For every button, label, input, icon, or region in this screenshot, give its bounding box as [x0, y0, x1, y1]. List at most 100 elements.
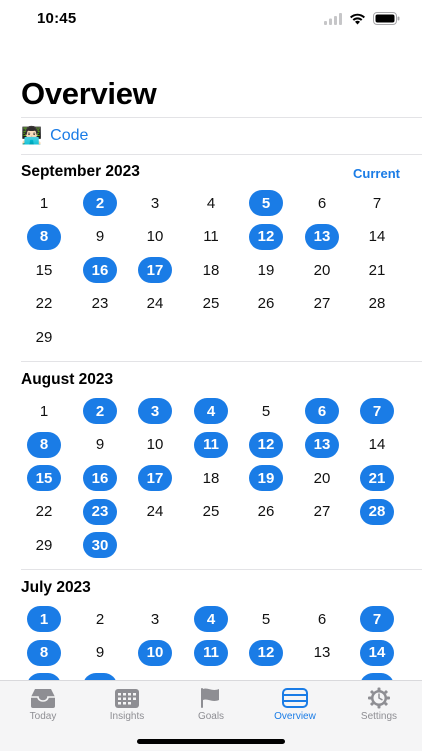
tab-insights[interactable]: Insights [92, 681, 162, 731]
calendar-day[interactable]: 8 [27, 431, 61, 458]
calendar-day[interactable]: 20 [305, 465, 339, 491]
calendar-day[interactable]: 4 [194, 398, 228, 424]
calendar-day[interactable]: 13 [305, 640, 339, 666]
calendar-day[interactable]: 28 [360, 291, 394, 317]
calendar-day[interactable]: 7 [360, 190, 394, 216]
calendar-day[interactable]: 5 [249, 190, 283, 216]
calendar-day[interactable]: 3 [138, 398, 172, 424]
calendar-day[interactable]: 20 [305, 673, 339, 680]
current-month-button[interactable]: Current [353, 166, 400, 181]
calendar-day[interactable]: 15 [27, 673, 61, 680]
calendar-day[interactable]: 1 [27, 606, 61, 632]
divider [21, 569, 422, 570]
calendar-day[interactable]: 10 [138, 432, 172, 458]
calendar-day[interactable]: 21 [360, 257, 394, 283]
calendar-day[interactable]: 12 [249, 223, 283, 250]
calendar-day[interactable]: 24 [138, 499, 172, 525]
calendar-day[interactable]: 2 [83, 606, 117, 632]
calendar-day[interactable]: 5 [249, 398, 283, 424]
calendar-day[interactable]: 9 [83, 432, 117, 458]
calendar-day[interactable]: 13 [305, 223, 339, 250]
calendar-day[interactable]: 2 [83, 190, 117, 216]
calendar-day[interactable]: 17 [138, 257, 172, 284]
calendar-day[interactable]: 4 [194, 606, 228, 632]
calendar-day[interactable]: 18 [194, 673, 228, 680]
calendar-day[interactable]: 10 [138, 224, 172, 250]
calendar-day[interactable]: 2 [83, 398, 117, 424]
page-title: Overview [21, 76, 157, 111]
calendar-day[interactable]: 6 [305, 398, 339, 424]
calendar-day[interactable]: 9 [83, 640, 117, 666]
calendar-day[interactable]: 1 [27, 398, 61, 424]
calendar-day[interactable]: 22 [27, 499, 61, 525]
calendar-day[interactable]: 22 [27, 291, 61, 317]
tab-settings[interactable]: Settings [344, 681, 414, 731]
calendar-day[interactable]: 13 [305, 431, 339, 458]
calendar-day[interactable]: 11 [194, 639, 228, 666]
divider [21, 154, 422, 155]
calendar-day[interactable]: 7 [360, 398, 394, 424]
category-emoji: 👨🏻‍💻 [21, 126, 43, 145]
calendar-day[interactable]: 7 [360, 606, 394, 632]
calendar-day[interactable]: 1 [27, 190, 61, 216]
calendar-day[interactable]: 19 [249, 673, 283, 680]
calendar-day[interactable]: 8 [27, 223, 61, 250]
calendar-day[interactable]: 16 [83, 673, 117, 680]
calendar-day[interactable]: 20 [305, 257, 339, 283]
tab-label: Settings [360, 711, 398, 722]
calendar-day[interactable]: 27 [305, 291, 339, 317]
calendar-day[interactable]: 18 [194, 257, 228, 283]
tab-label: Overview [274, 711, 316, 722]
calendar-day[interactable]: 11 [194, 431, 228, 458]
tab-overview[interactable]: Overview [260, 681, 330, 731]
calendar-day[interactable]: 21 [360, 673, 394, 680]
calendar-day[interactable]: 14 [360, 224, 394, 250]
calendar-day[interactable]: 19 [249, 257, 283, 283]
month-title: July 2023 [21, 579, 91, 596]
calendar-day[interactable]: 3 [138, 190, 172, 216]
calendar-day[interactable]: 29 [27, 324, 61, 350]
calendar-day[interactable]: 24 [138, 291, 172, 317]
calendar-day[interactable]: 12 [249, 639, 283, 666]
calendar-day[interactable]: 17 [138, 673, 172, 680]
calendar-day[interactable]: 27 [305, 499, 339, 525]
calendar-day[interactable]: 25 [194, 291, 228, 317]
month-title: August 2023 [21, 371, 114, 388]
calendar-day[interactable]: 14 [360, 432, 394, 458]
calendar-day[interactable]: 6 [305, 606, 339, 632]
tab-label: Insights [109, 711, 145, 722]
calendar-day[interactable]: 19 [249, 465, 283, 492]
calendar-day[interactable]: 10 [138, 639, 172, 666]
calendar-day[interactable]: 3 [138, 606, 172, 632]
tab-goals[interactable]: Goals [176, 681, 246, 731]
gear-icon [368, 687, 390, 709]
calendar-day[interactable]: 6 [305, 190, 339, 216]
calendar-day[interactable]: 14 [360, 639, 394, 666]
calendar-day[interactable]: 25 [194, 499, 228, 525]
calendar-day[interactable]: 15 [27, 257, 61, 283]
calendar-day[interactable]: 8 [27, 639, 61, 666]
calendar-day[interactable]: 21 [360, 465, 394, 492]
calendar-day[interactable]: 17 [138, 465, 172, 492]
category-selector[interactable]: 👨🏻‍💻 Code [21, 124, 88, 148]
calendar-day[interactable]: 30 [83, 532, 117, 559]
calendar-day[interactable]: 12 [249, 431, 283, 458]
calendar-day[interactable]: 28 [360, 498, 394, 525]
tab-label: Goals [197, 711, 225, 722]
divider [21, 117, 422, 118]
calendar-day[interactable]: 4 [194, 190, 228, 216]
calendar-day[interactable]: 29 [27, 532, 61, 558]
calendar-day[interactable]: 16 [83, 465, 117, 492]
calendar-day[interactable]: 23 [83, 291, 117, 317]
calendar-day[interactable]: 18 [194, 465, 228, 491]
calendar-day[interactable]: 26 [249, 499, 283, 525]
calendar-day[interactable]: 11 [194, 224, 228, 250]
tab-today[interactable]: Today [8, 681, 78, 731]
calendar-day[interactable]: 15 [27, 465, 61, 492]
overview-scroll-area[interactable]: Overview 👨🏻‍💻 Code September 2023 Current… [0, 0, 422, 680]
calendar-day[interactable]: 16 [83, 257, 117, 284]
calendar-day[interactable]: 5 [249, 606, 283, 632]
calendar-day[interactable]: 9 [83, 224, 117, 250]
calendar-day[interactable]: 26 [249, 291, 283, 317]
calendar-day[interactable]: 23 [83, 498, 117, 525]
